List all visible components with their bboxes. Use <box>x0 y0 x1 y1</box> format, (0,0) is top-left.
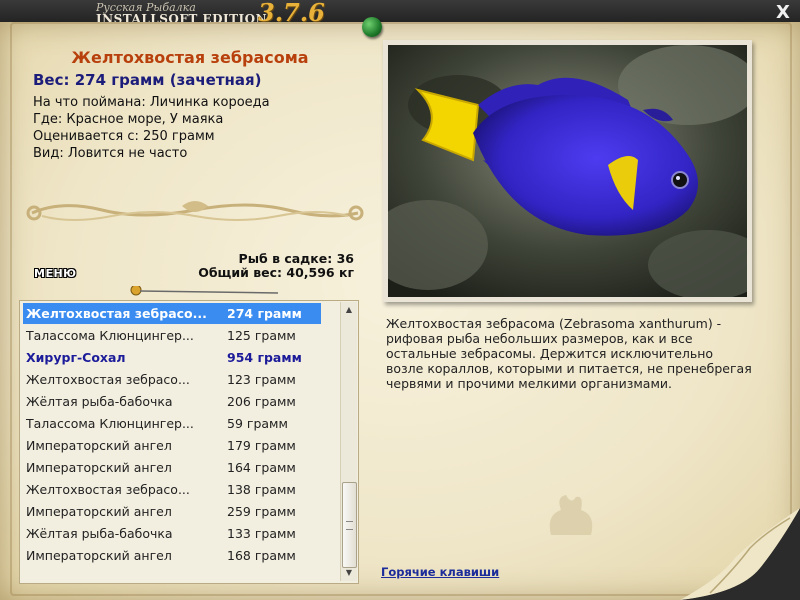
catch-fish-weight: 164 грамм <box>227 460 296 475</box>
list-scrollbar[interactable]: ▲ ▼ <box>340 302 357 581</box>
catch-fish-weight: 206 грамм <box>227 394 296 409</box>
catch-list[interactable]: Желтохвостая зебрасо... 274 грамм Талассом… <box>19 300 359 584</box>
catch-fish-name: Императорский ангел <box>26 504 172 519</box>
place-info: Где: Красное море, У маяка <box>33 112 224 127</box>
needle-icon <box>130 286 279 296</box>
catch-fish-weight: 168 грамм <box>227 548 296 563</box>
catch-list-item[interactable]: Желтохвостая зебрасо... 138 грамм <box>23 479 321 500</box>
catch-list-item[interactable]: Талассома Клюнцингер... 59 грамм <box>23 413 321 434</box>
valued-info: Оценивается с: 250 грамм <box>33 129 215 144</box>
catch-fish-weight: 133 грамм <box>227 526 296 541</box>
fish-in-cage: Рыб в садке: 36 <box>238 251 354 266</box>
catch-fish-weight: 123 грамм <box>227 372 296 387</box>
catch-fish-name: Хирург-Сохал <box>26 350 126 365</box>
scroll-down-icon[interactable]: ▼ <box>342 565 356 581</box>
catch-fish-name: Императорский ангел <box>26 460 172 475</box>
catch-fish-weight: 274 грамм <box>227 306 302 321</box>
catch-list-item[interactable]: Императорский ангел 168 грамм <box>23 545 321 566</box>
catch-fish-name: Жёлтая рыба-бабочка <box>26 394 173 409</box>
catch-fish-weight: 954 грамм <box>227 350 302 365</box>
bait-info: На что поймана: Личинка короеда <box>33 95 270 110</box>
ornament-divider <box>26 201 364 221</box>
catch-list-item[interactable]: Талассома Клюнцингер... 125 грамм <box>23 325 321 346</box>
catch-fish-name: Желтохвостая зебрасо... <box>26 372 190 387</box>
catch-list-item[interactable]: Императорский ангел 164 грамм <box>23 457 321 478</box>
catch-fish-name: Императорский ангел <box>26 438 172 453</box>
fish-photo-frame <box>383 40 752 302</box>
fish-title: Желтохвостая зебрасома <box>71 48 309 67</box>
catch-fish-weight: 125 грамм <box>227 328 296 343</box>
catch-fish-name: Жёлтая рыба-бабочка <box>26 526 173 541</box>
close-button[interactable]: X <box>774 4 792 22</box>
scroll-thumb[interactable] <box>342 482 357 568</box>
catch-list-item[interactable]: Жёлтая рыба-бабочка 206 грамм <box>23 391 321 412</box>
catch-fish-weight: 179 грамм <box>227 438 296 453</box>
kind-info: Вид: Ловится не часто <box>33 146 188 161</box>
watermark-stamp <box>549 495 593 535</box>
scroll-up-icon[interactable]: ▲ <box>342 302 356 318</box>
catch-list-item[interactable]: Жёлтая рыба-бабочка 133 грамм <box>23 523 321 544</box>
fish-photo <box>388 45 747 297</box>
catch-list-item[interactable]: Хирург-Сохал 954 грамм <box>23 347 321 368</box>
catch-list-item[interactable]: Желтохвостая зебрасо... 123 грамм <box>23 369 321 390</box>
fish-weight: Вес: 274 грамм (зачетная) <box>33 71 262 89</box>
catch-fish-weight: 138 грамм <box>227 482 296 497</box>
fish-description: Желтохвостая зебрасома (Zebrasoma xanthu… <box>386 316 752 391</box>
total-weight: Общий вес: 40,596 кг <box>198 265 354 280</box>
catch-fish-name: Желтохвостая зебрасо... <box>26 306 207 321</box>
catch-fish-weight: 259 грамм <box>227 504 296 519</box>
catch-fish-name: Талассома Клюнцингер... <box>26 328 194 343</box>
catch-list-item[interactable]: Императорский ангел 259 грамм <box>23 501 321 522</box>
catch-fish-name: Талассома Клюнцингер... <box>26 416 194 431</box>
catch-list-item[interactable]: Желтохвостая зебрасо... 274 грамм <box>23 303 321 324</box>
catch-list-item[interactable]: Императорский ангел 179 грамм <box>23 435 321 456</box>
hotkeys-link[interactable]: Горячие клавиши <box>381 565 499 579</box>
catch-fish-name: Желтохвостая зебрасо... <box>26 482 190 497</box>
catch-fish-weight: 59 грамм <box>227 416 288 431</box>
pin-icon <box>362 17 382 37</box>
page-curl <box>680 508 800 600</box>
catch-fish-name: Императорский ангел <box>26 548 172 563</box>
menu-button[interactable]: МЕНЮ <box>34 267 77 280</box>
